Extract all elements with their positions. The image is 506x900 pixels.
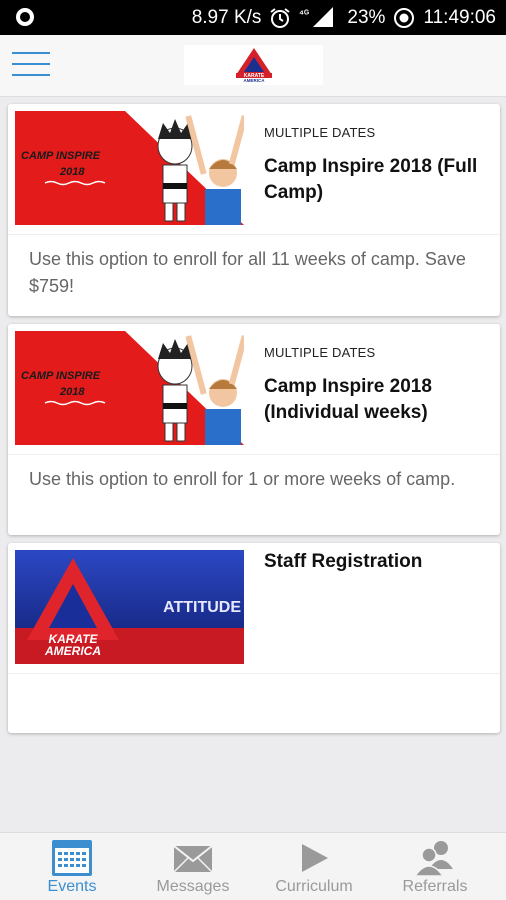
tab-events[interactable]: Events (12, 833, 132, 900)
tab-label: Curriculum (275, 878, 353, 895)
people-icon (415, 841, 453, 877)
svg-text:AMERICA: AMERICA (243, 78, 265, 83)
battery-level: 23% (347, 6, 386, 28)
play-icon (302, 844, 328, 872)
tab-label: Messages (156, 878, 230, 895)
divider (8, 234, 500, 235)
signal-icon: ⁴ᴳ (299, 6, 334, 27)
envelope-icon (173, 845, 213, 873)
event-title: Staff Registration (264, 551, 423, 572)
app-bar: KARATE AMERICA (0, 35, 506, 97)
divider (8, 673, 500, 674)
event-banner-image: CAMP INSPIRE 2018 (15, 331, 244, 445)
tab-label: Referrals (402, 878, 468, 895)
divider (8, 454, 500, 455)
status-bar: 8.97 K/s ⁴ᴳ 23% 11:49:06 (0, 0, 506, 35)
tab-referrals[interactable]: Referrals (375, 833, 495, 900)
menu-icon[interactable] (12, 52, 50, 80)
alarm-icon (270, 7, 291, 28)
svg-text:2018: 2018 (59, 166, 85, 178)
event-card[interactable]: KARATE AMERICA ATTITUDE Staff Registrati… (8, 543, 500, 733)
event-banner-image: CAMP INSPIRE 2018 (15, 111, 244, 225)
network-speed: 8.97 K/s (191, 6, 262, 28)
event-title: Camp Inspire 2018 (Individual weeks) (264, 376, 432, 423)
svg-text:CAMP INSPIRE: CAMP INSPIRE (21, 370, 101, 382)
karate-america-logo: KARATE AMERICA (184, 45, 323, 85)
notification-circle-icon (16, 8, 34, 26)
tab-label: Events (47, 878, 97, 895)
svg-text:CAMP INSPIRE: CAMP INSPIRE (21, 150, 101, 162)
bottom-tab-bar: Events Messages Curriculum Referrals (0, 832, 506, 900)
logo-triangle-icon: KARATE AMERICA (235, 48, 272, 83)
staff-banner-image: KARATE AMERICA ATTITUDE (15, 550, 244, 664)
event-description: Use this option to enroll for all 11 wee… (29, 249, 466, 296)
svg-text:AMERICA: AMERICA (44, 644, 101, 658)
event-card[interactable]: CAMP INSPIRE 2018 MULTIPLE DATES Camp In… (8, 104, 500, 316)
event-title: Camp Inspire 2018 (Full Camp) (264, 156, 478, 203)
svg-text:2018: 2018 (59, 386, 85, 398)
event-dates: MULTIPLE DATES (264, 125, 376, 140)
calendar-icon (52, 840, 92, 876)
event-dates: MULTIPLE DATES (264, 345, 376, 360)
svg-text:⁴ᴳ: ⁴ᴳ (299, 9, 309, 20)
svg-text:ATTITUDE: ATTITUDE (163, 599, 241, 616)
clock: 11:49:06 (423, 6, 496, 28)
event-card[interactable]: CAMP INSPIRE 2018 MULTIPLE DATES Camp In… (8, 324, 500, 535)
tab-curriculum[interactable]: Curriculum (254, 833, 374, 900)
tab-messages[interactable]: Messages (133, 833, 253, 900)
event-description: Use this option to enroll for 1 or more … (29, 469, 456, 489)
battery-saver-icon (394, 7, 415, 28)
